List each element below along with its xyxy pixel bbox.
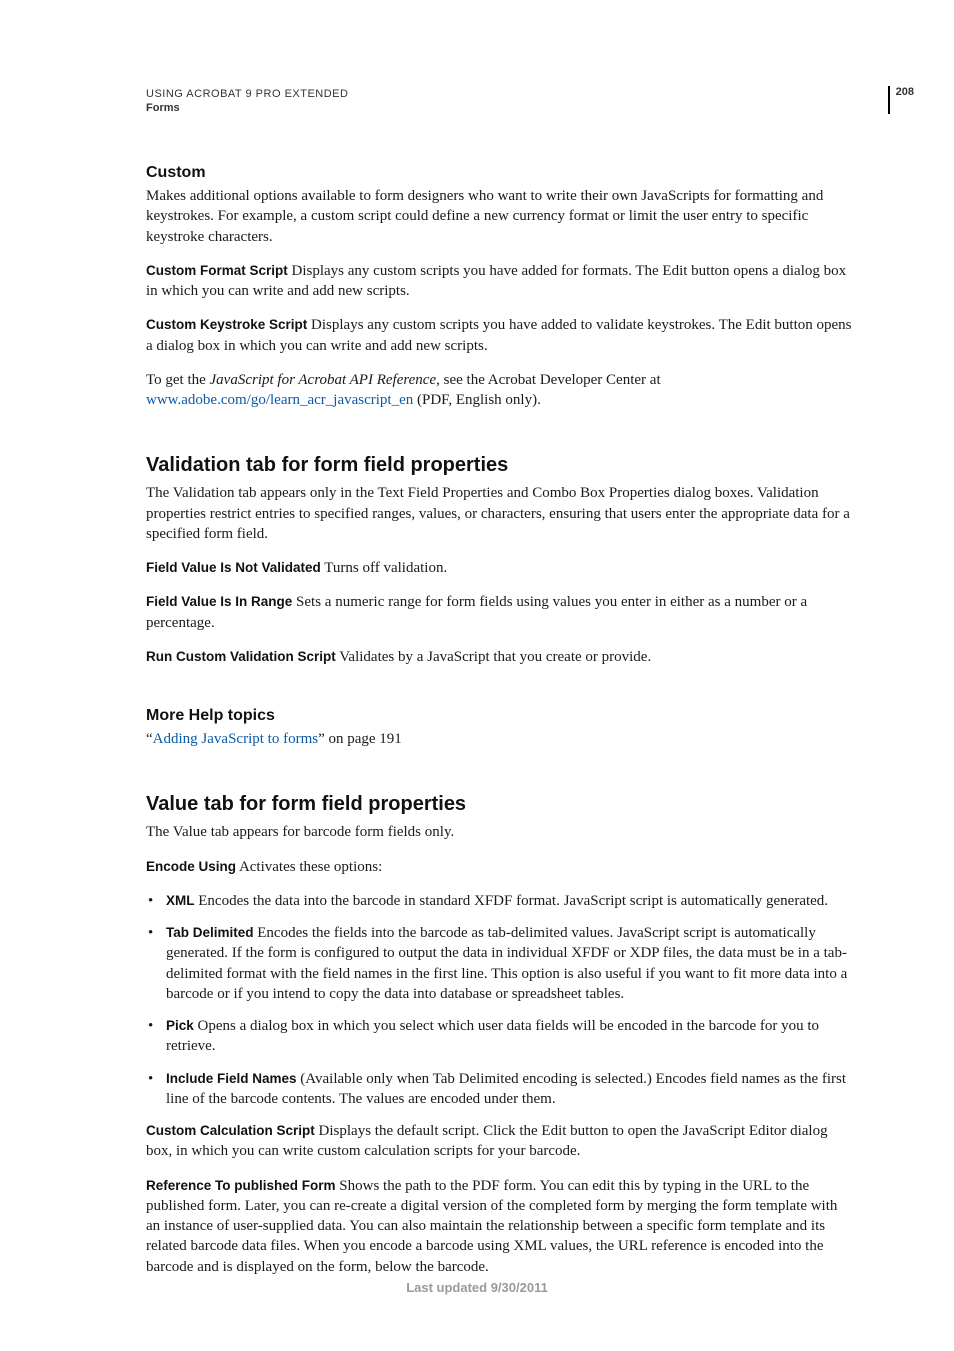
term-custom-calculation: Custom Calculation Script (146, 1123, 315, 1138)
field-not-validated: Field Value Is Not Validated Turns off v… (146, 558, 854, 578)
validation-intro: The Validation tab appears only in the T… (146, 483, 854, 544)
header-title: USING ACROBAT 9 PRO EXTENDED (146, 88, 854, 100)
page-number: 208 (888, 86, 914, 114)
run-custom-validation: Run Custom Validation Script Validates b… (146, 647, 854, 667)
custom-calculation-script: Custom Calculation Script Displays the d… (146, 1121, 854, 1162)
header-section: Forms (146, 102, 854, 114)
heading-value: Value tab for form field properties (146, 793, 854, 816)
body-run-custom: Validates by a JavaScript that you creat… (336, 649, 651, 665)
footer-last-updated: Last updated 9/30/2011 (0, 1280, 954, 1295)
term-pick: Pick (166, 1018, 194, 1033)
custom-keystroke-script: Custom Keystroke Script Displays any cus… (146, 315, 854, 356)
bullet-xml: • XML Encodes the data into the barcode … (146, 891, 854, 911)
body-tab-delimited: Encodes the fields into the barcode as t… (166, 925, 847, 1002)
term-tab-delimited: Tab Delimited (166, 925, 254, 940)
term-not-validated: Field Value Is Not Validated (146, 560, 321, 575)
bullet-icon: • (146, 1016, 166, 1057)
bullet-icon: • (146, 923, 166, 1004)
bullet-pick: • Pick Opens a dialog box in which you s… (146, 1016, 854, 1057)
api-post: (PDF, English only). (413, 392, 541, 408)
term-reference-published: Reference To published Form (146, 1178, 336, 1193)
document-page: USING ACROBAT 9 PRO EXTENDED Forms 208 C… (0, 0, 954, 1351)
api-italic: JavaScript for Acrobat API Reference (210, 372, 437, 388)
custom-intro: Makes additional options available to fo… (146, 186, 854, 247)
body-xml: Encodes the data into the barcode in sta… (195, 893, 829, 909)
body-encode-using: Activates these options: (236, 859, 382, 875)
field-in-range: Field Value Is In Range Sets a numeric r… (146, 592, 854, 633)
term-encode-using: Encode Using (146, 859, 236, 874)
api-reference-line: To get the JavaScript for Acrobat API Re… (146, 370, 854, 411)
encode-using: Encode Using Activates these options: (146, 857, 854, 877)
heading-custom: Custom (146, 164, 854, 182)
bullet-include-field-names: • Include Field Names (Available only wh… (146, 1069, 854, 1110)
quote-close: ” on page 191 (318, 731, 402, 747)
body-pick: Opens a dialog box in which you select w… (166, 1018, 819, 1054)
bullet-tab-delimited: • Tab Delimited Encodes the fields into … (146, 923, 854, 1004)
term-in-range: Field Value Is In Range (146, 594, 292, 609)
term-custom-format-script: Custom Format Script (146, 263, 288, 278)
value-intro: The Value tab appears for barcode form f… (146, 822, 854, 842)
quote-open: “ (146, 731, 153, 747)
link-adding-javascript[interactable]: Adding JavaScript to forms (153, 731, 318, 747)
term-custom-keystroke-script: Custom Keystroke Script (146, 317, 307, 332)
body-not-validated: Turns off validation. (321, 560, 447, 576)
page-header: USING ACROBAT 9 PRO EXTENDED Forms 208 (146, 88, 854, 114)
heading-validation: Validation tab for form field properties (146, 454, 854, 477)
heading-more-help: More Help topics (146, 707, 854, 725)
bullet-icon: • (146, 1069, 166, 1110)
term-xml: XML (166, 893, 195, 908)
reference-published-form: Reference To published Form Shows the pa… (146, 1176, 854, 1277)
custom-format-script: Custom Format Script Displays any custom… (146, 261, 854, 302)
term-include-field-names: Include Field Names (166, 1071, 297, 1086)
api-link[interactable]: www.adobe.com/go/learn_acr_javascript_en (146, 392, 413, 408)
term-run-custom: Run Custom Validation Script (146, 649, 336, 664)
api-mid: , see the Acrobat Developer Center at (436, 372, 661, 388)
more-help-line: “Adding JavaScript to forms” on page 191 (146, 729, 854, 749)
api-pre: To get the (146, 372, 210, 388)
bullet-icon: • (146, 891, 166, 911)
